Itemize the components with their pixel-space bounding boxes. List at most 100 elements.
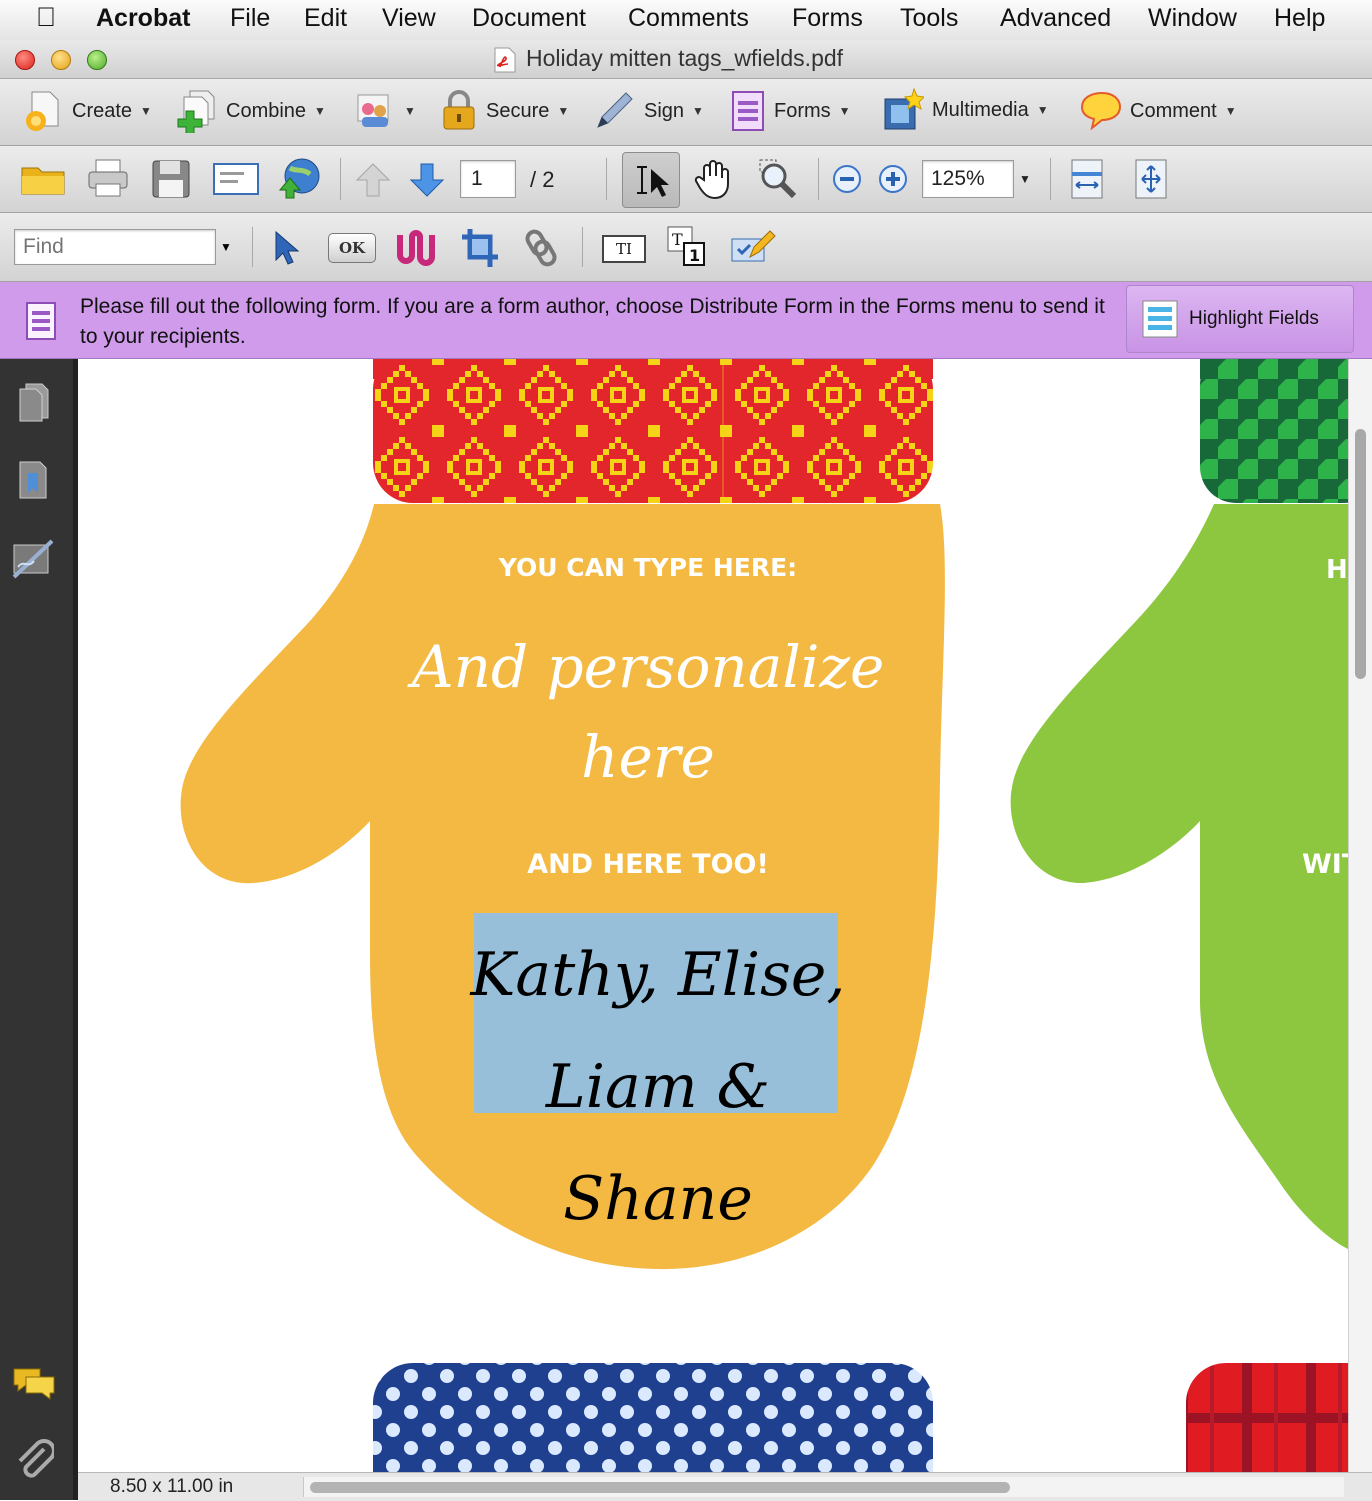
save-disk-icon[interactable] xyxy=(150,158,192,200)
secure-label: Secure xyxy=(486,99,550,122)
sign-label: Sign xyxy=(644,99,685,122)
toolbar-separator xyxy=(252,227,253,267)
typewriter-tool-icon[interactable] xyxy=(394,227,436,269)
multimedia-filmstrip-icon xyxy=(884,87,924,130)
fit-width-icon[interactable] xyxy=(1068,158,1106,200)
menu-comments[interactable]: Comments xyxy=(628,4,749,33)
blue-polka-dot-cuff xyxy=(373,1363,933,1472)
toolbar-separator xyxy=(606,158,607,200)
find-input[interactable] xyxy=(14,229,216,265)
open-folder-icon[interactable] xyxy=(20,160,68,198)
horizontal-scrollbar[interactable] xyxy=(303,1477,1344,1497)
text-select-cursor-icon xyxy=(637,166,669,197)
mitten-subheading: AND HERE TOO! xyxy=(527,849,769,880)
select-object-arrow-icon[interactable] xyxy=(270,229,302,267)
fit-page-icon[interactable] xyxy=(1132,158,1170,200)
combine-button[interactable]: Combine ▼ xyxy=(174,89,326,133)
menu-tools[interactable]: Tools xyxy=(900,4,958,33)
secure-button[interactable]: Secure ▼ xyxy=(440,89,569,133)
apple-icon[interactable]:  xyxy=(36,2,56,33)
green-mitten-shape xyxy=(1010,504,1348,1249)
menu-help[interactable]: Help xyxy=(1274,4,1325,33)
sign-button[interactable]: Sign ▼ xyxy=(592,89,704,133)
find-options-dropdown[interactable]: ▼ xyxy=(216,229,236,265)
marquee-zoom-icon[interactable] xyxy=(756,158,802,200)
menu-advanced[interactable]: Advanced xyxy=(1000,4,1111,33)
green-mitten-heading-fragment: H xyxy=(1326,555,1348,585)
zoom-in-icon[interactable] xyxy=(878,164,908,194)
window-title: Holiday mitten tags_wfields.pdf xyxy=(526,45,844,71)
highlight-fields-button[interactable]: Highlight Fields xyxy=(1126,285,1354,353)
comment-label: Comment xyxy=(1130,99,1217,122)
svg-text:T: T xyxy=(672,230,683,249)
zoom-dropdown-arrow[interactable]: ▼ xyxy=(1014,160,1036,198)
crop-tool-icon[interactable] xyxy=(460,227,500,269)
hand-tool-icon[interactable] xyxy=(692,158,734,200)
menu-view[interactable]: View xyxy=(382,4,436,33)
vertical-scroll-thumb[interactable] xyxy=(1355,429,1366,679)
horizontal-scroll-thumb[interactable] xyxy=(310,1482,1010,1493)
comment-bubble-icon xyxy=(1080,91,1122,131)
name-form-field-value[interactable]: Kathy, Elise, Liam & Shane xyxy=(458,919,858,1255)
forms-button[interactable]: Forms ▼ xyxy=(730,89,851,133)
multimedia-button[interactable]: Multimedia ▼ xyxy=(882,87,1049,133)
toolbar-separator xyxy=(582,227,583,267)
create-button[interactable]: Create ▼ xyxy=(20,89,152,133)
toolbar-separator xyxy=(1050,158,1051,200)
collaborate-button[interactable]: ▼ xyxy=(354,91,416,131)
button-field-tool[interactable]: OK xyxy=(328,233,376,263)
minimize-window-button[interactable] xyxy=(51,50,71,70)
zoom-level-input[interactable]: 125% xyxy=(922,160,1014,198)
print-icon[interactable] xyxy=(86,158,130,198)
menu-app-acrobat[interactable]: Acrobat xyxy=(96,4,190,33)
document-view[interactable]: YOU CAN TYPE HERE: And personalize here … xyxy=(78,359,1348,1472)
padlock-icon xyxy=(443,90,475,130)
menu-document[interactable]: Document xyxy=(472,4,586,33)
pen-sign-icon xyxy=(597,92,633,128)
form-document-icon xyxy=(26,302,56,340)
menu-window[interactable]: Window xyxy=(1148,4,1237,33)
link-tool-icon[interactable] xyxy=(524,227,560,269)
menu-file[interactable]: File xyxy=(230,4,270,33)
edit-form-fields-icon[interactable] xyxy=(730,227,776,267)
text-box-numbered-icon[interactable]: T 1 xyxy=(666,225,708,269)
zoom-out-icon[interactable] xyxy=(832,164,862,194)
navigation-pane xyxy=(0,359,78,1500)
red-fair-isle-cuff xyxy=(373,359,933,503)
form-document-icon xyxy=(732,91,764,131)
navigation-toolbar: 1 / 2 125% ▼ xyxy=(0,146,1372,213)
zoom-window-button[interactable] xyxy=(87,50,107,70)
form-bar-message: Please fill out the following form. If y… xyxy=(80,295,1105,348)
upload-globe-icon[interactable] xyxy=(276,156,322,202)
collaborate-people-icon xyxy=(357,94,389,127)
green-houndstooth-cuff xyxy=(1200,359,1348,503)
close-window-button[interactable] xyxy=(15,50,35,70)
bookmarks-panel-icon[interactable] xyxy=(16,459,52,503)
highlight-fields-icon xyxy=(1142,300,1178,338)
svg-text:1: 1 xyxy=(689,246,700,265)
menu-edit[interactable]: Edit xyxy=(304,4,347,33)
combine-label: Combine xyxy=(226,99,307,122)
page-number-input[interactable]: 1 xyxy=(460,160,516,198)
attachments-paperclip-icon[interactable] xyxy=(14,1437,54,1481)
edit-toolbar: ▼ OK TI T 1 xyxy=(0,213,1372,282)
combine-files-icon xyxy=(177,90,215,133)
create-label: Create xyxy=(72,99,133,122)
text-field-tool[interactable]: TI xyxy=(602,235,646,263)
toolbar-separator xyxy=(340,158,341,200)
mitten-script-line-2: here xyxy=(581,723,715,791)
pdf-file-icon xyxy=(494,47,516,73)
email-envelope-icon[interactable] xyxy=(212,160,260,198)
select-text-tool-button[interactable] xyxy=(622,152,680,208)
menu-forms[interactable]: Forms xyxy=(792,4,863,33)
comments-panel-icon[interactable] xyxy=(12,1363,56,1403)
signatures-panel-icon[interactable] xyxy=(12,537,54,581)
next-page-arrow-icon[interactable] xyxy=(408,162,446,198)
comment-button[interactable]: Comment ▼ xyxy=(1078,89,1237,133)
vertical-scrollbar[interactable] xyxy=(1348,359,1372,1472)
status-bar: 8.50 x 11.00 in xyxy=(78,1472,1372,1501)
mitten-heading: YOU CAN TYPE HERE: xyxy=(498,553,798,582)
previous-page-arrow-icon[interactable] xyxy=(354,162,392,198)
pages-panel-icon[interactable] xyxy=(16,381,52,425)
forms-label: Forms xyxy=(774,99,831,122)
